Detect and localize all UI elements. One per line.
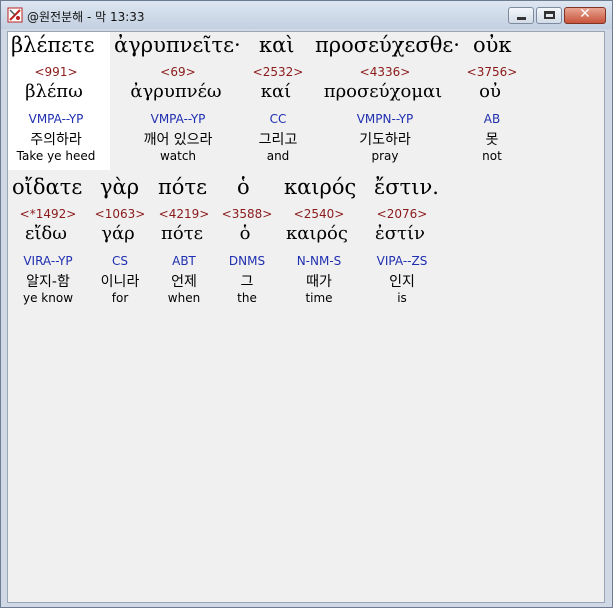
app-window: @원전분해 - 막 13:33 ✕ βλέπετε <991> βλέπω VM… [0, 0, 613, 608]
korean-gloss: 인지 [389, 274, 415, 290]
parsing-code: ABT [172, 254, 196, 268]
lemma-word: εἴδω [25, 223, 67, 244]
lemma-word: προσεύχομαι [323, 81, 443, 102]
english-gloss: and [266, 149, 290, 163]
korean-gloss: 때가 [306, 274, 332, 290]
lemma-word: οὐ [479, 81, 501, 102]
strong-number: <4336> [359, 65, 411, 79]
lemma-word: καιρός [286, 223, 348, 244]
english-gloss: time [305, 291, 333, 305]
korean-gloss: 주의하라 [30, 132, 82, 148]
korean-gloss: 깨어 있으라 [143, 132, 213, 148]
parsing-code: DNMS [228, 254, 266, 268]
greek-word: πότε [158, 175, 207, 199]
greek-word: γὰρ [100, 175, 140, 199]
minimize-button[interactable] [508, 7, 534, 24]
maximize-icon [544, 11, 555, 19]
greek-word: ὁ [237, 175, 250, 199]
greek-word: οἴδατε [12, 175, 83, 199]
english-gloss: ye know [22, 291, 74, 305]
strong-number: <2076> [376, 207, 428, 221]
english-gloss: when [167, 291, 201, 305]
english-gloss: not [482, 149, 502, 163]
close-button[interactable]: ✕ [564, 6, 606, 24]
strong-number: <69> [160, 65, 196, 79]
strong-number: <991> [34, 65, 78, 79]
parsing-code: AB [483, 112, 501, 126]
greek-word: καὶ [259, 33, 295, 57]
english-gloss: the [237, 291, 257, 305]
greek-word: καιρός [284, 175, 357, 199]
parsing-code: VMPN--YP [356, 112, 414, 126]
parsing-code: VIRA--YP [23, 254, 73, 268]
lemma-word: πότε [161, 223, 203, 244]
greek-word: προσεύχεσθε· [315, 33, 460, 57]
parsing-code: N-NM-S [296, 254, 342, 268]
greek-word: οὐκ [473, 33, 512, 57]
lemma-word: βλέπω [25, 81, 83, 102]
korean-gloss: 언제 [171, 274, 197, 290]
english-gloss: is [397, 291, 407, 305]
parsing-code: CC [269, 112, 287, 126]
greek-word: ἀγρυπνεῖτε· [114, 33, 241, 57]
strong-number: <3588> [221, 207, 273, 221]
korean-gloss: 알지-함 [26, 274, 70, 290]
strong-number: <3756> [466, 65, 518, 79]
greek-word: βλέπετε [11, 33, 95, 57]
english-gloss: Take ye heed [16, 149, 96, 163]
english-gloss: pray [371, 149, 399, 163]
window-title: @원전분해 - 막 13:33 [27, 10, 145, 24]
lemma-word: ὁ [239, 223, 251, 244]
parsing-code: VMPA--YP [28, 112, 84, 126]
lemma-word: ἀγρυπνέω [130, 81, 222, 102]
window-controls: ✕ [506, 6, 606, 25]
strong-number: <4219> [158, 207, 210, 221]
maximize-button[interactable] [536, 7, 562, 24]
korean-gloss: 기도하라 [359, 132, 411, 148]
korean-gloss: 그 [240, 274, 254, 290]
lemma-word: ἐστίν [375, 223, 425, 244]
korean-gloss: 이니라 [100, 274, 140, 290]
lemma-word: καί [260, 81, 292, 102]
close-icon: ✕ [579, 6, 591, 22]
greek-word: ἔστιν. [374, 175, 439, 199]
english-gloss: for [111, 291, 129, 305]
parsing-code: VMPA--YP [150, 112, 206, 126]
interlinear-panel: βλέπετε <991> βλέπω VMPA--YP 주의하라 Take y… [7, 31, 605, 603]
strong-number: <*1492> [19, 207, 77, 221]
strong-number: <1063> [94, 207, 146, 221]
title-bar[interactable]: @원전분해 - 막 13:33 ✕ [1, 1, 612, 29]
minimize-icon [517, 17, 526, 20]
lemma-word: γάρ [101, 223, 135, 244]
strong-number: <2540> [293, 207, 345, 221]
parsing-code: CS [112, 254, 128, 268]
bible-app-icon [7, 7, 23, 23]
strong-number: <2532> [252, 65, 304, 79]
korean-gloss: 못 [485, 132, 499, 148]
english-gloss: watch [159, 149, 197, 163]
korean-gloss: 그리고 [258, 132, 298, 148]
parsing-code: VIPA--ZS [376, 254, 428, 268]
